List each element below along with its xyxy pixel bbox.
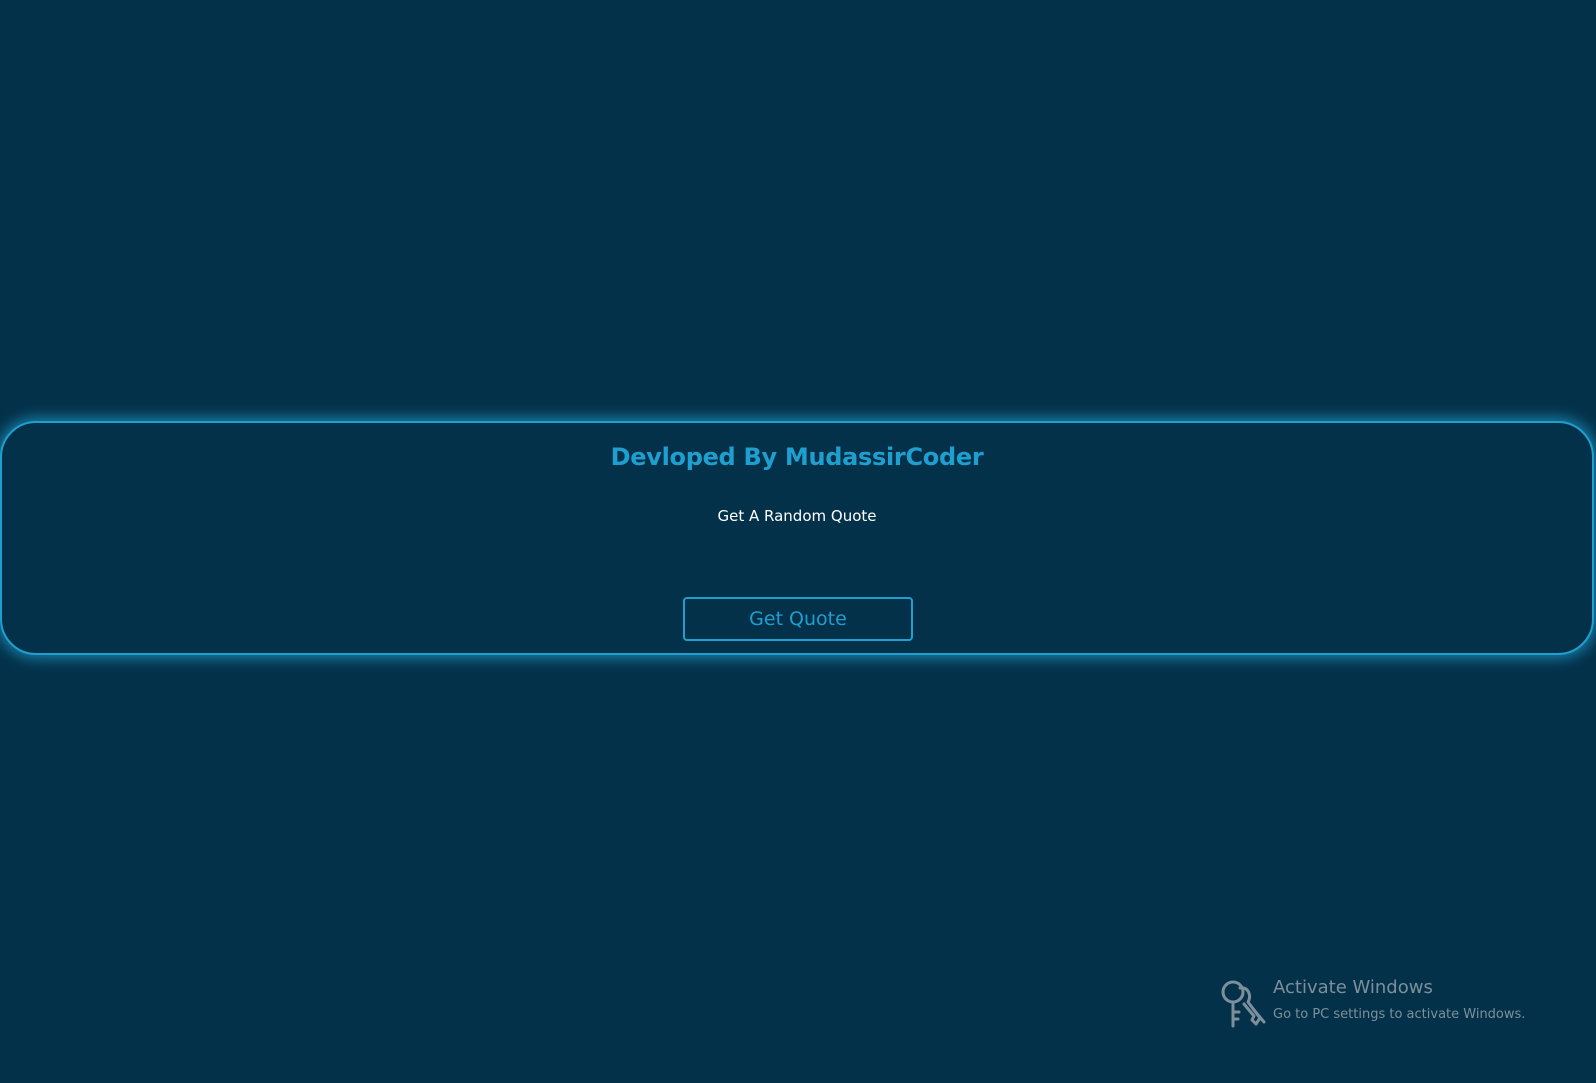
quote-card: Devloped By MudassirCoder Get A Random Q… — [0, 421, 1594, 655]
keys-icon — [1221, 980, 1266, 1028]
page: Devloped By MudassirCoder Get A Random Q… — [0, 0, 1596, 1083]
watermark-subtitle: Go to PC settings to activate Windows. — [1273, 1007, 1526, 1022]
activate-windows-watermark: Activate Windows Go to PC settings to ac… — [1220, 977, 1560, 1036]
get-quote-button[interactable]: Get Quote — [683, 597, 913, 641]
page-title: Devloped By MudassirCoder — [610, 443, 984, 471]
quote-text: Get A Random Quote — [717, 507, 877, 525]
watermark-title: Activate Windows — [1273, 977, 1433, 998]
